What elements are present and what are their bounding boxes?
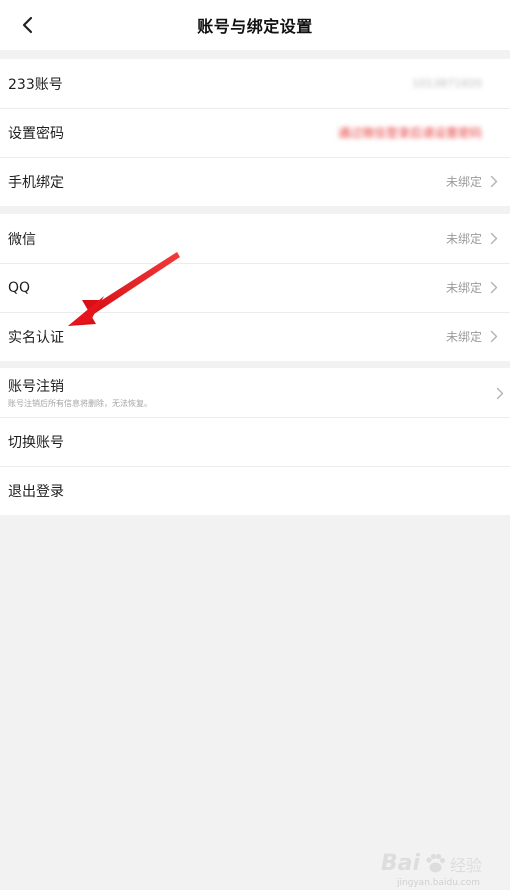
watermark-url: jingyan.baidu.com	[396, 878, 480, 888]
header-bar: 账号与绑定设置	[0, 0, 510, 50]
qq-binding-status: 未绑定	[445, 281, 482, 295]
wechat-binding-label: 微信	[8, 231, 36, 248]
cancel-account-label: 账号注销	[8, 379, 64, 395]
wechat-binding-status: 未绑定	[445, 232, 482, 246]
logout-label: 退出登录	[8, 483, 64, 500]
real-name-verification-status: 未绑定	[445, 330, 482, 344]
account-actions-group: 账号注销 账号注销后所有信息将删除，无法恢复。 切换账号 退出登录	[0, 368, 510, 515]
chevron-right-icon	[496, 386, 506, 400]
chevron-right-icon	[490, 281, 500, 295]
phone-binding-status: 未绑定	[445, 175, 482, 189]
real-name-verification-row[interactable]: 实名认证 未绑定	[0, 312, 510, 361]
real-name-verification-label: 实名认证	[8, 329, 64, 346]
qq-binding-label: QQ	[8, 279, 31, 296]
back-button[interactable]	[8, 5, 48, 45]
phone-binding-row[interactable]: 手机绑定 未绑定	[0, 157, 510, 206]
chevron-right-icon	[490, 330, 500, 344]
page-title: 账号与绑定设置	[197, 17, 313, 36]
wechat-binding-row[interactable]: 微信 未绑定	[0, 214, 510, 263]
chevron-right-icon	[490, 232, 500, 246]
third-party-group: 微信 未绑定 QQ 未绑定 实名认证 未绑定	[0, 214, 510, 361]
chevron-left-icon	[22, 16, 33, 34]
set-password-row[interactable]: 设置密码 通过微信登录后请设置密码	[0, 108, 510, 157]
set-password-label: 设置密码	[8, 125, 64, 142]
logout-row[interactable]: 退出登录	[0, 466, 510, 515]
phone-binding-label: 手机绑定	[8, 174, 64, 191]
chevron-right-icon	[490, 175, 500, 189]
cancel-account-warning: 账号注销后所有信息将删除，无法恢复。	[8, 399, 152, 408]
cancel-account-row[interactable]: 账号注销 账号注销后所有信息将删除，无法恢复。	[0, 368, 510, 417]
account-id-label: 233账号	[8, 76, 63, 93]
watermark: Bai 经验	[381, 851, 482, 876]
watermark-brand-cn: 经验	[449, 855, 482, 875]
account-id-value: 1013871920	[412, 77, 482, 90]
account-binding-settings-page: 账号与绑定设置 233账号 1013871920 设置密码 通过微信登录后请设置…	[0, 0, 510, 890]
watermark-brand: Bai	[380, 851, 420, 876]
switch-account-label: 切换账号	[8, 434, 64, 451]
account-group: 233账号 1013871920 设置密码 通过微信登录后请设置密码 手机绑定 …	[0, 59, 510, 206]
switch-account-row[interactable]: 切换账号	[0, 417, 510, 466]
account-id-row: 233账号 1013871920	[0, 59, 510, 108]
set-password-hint: 通过微信登录后请设置密码	[337, 126, 482, 140]
qq-binding-row[interactable]: QQ 未绑定	[0, 263, 510, 312]
paw-icon	[426, 853, 446, 872]
